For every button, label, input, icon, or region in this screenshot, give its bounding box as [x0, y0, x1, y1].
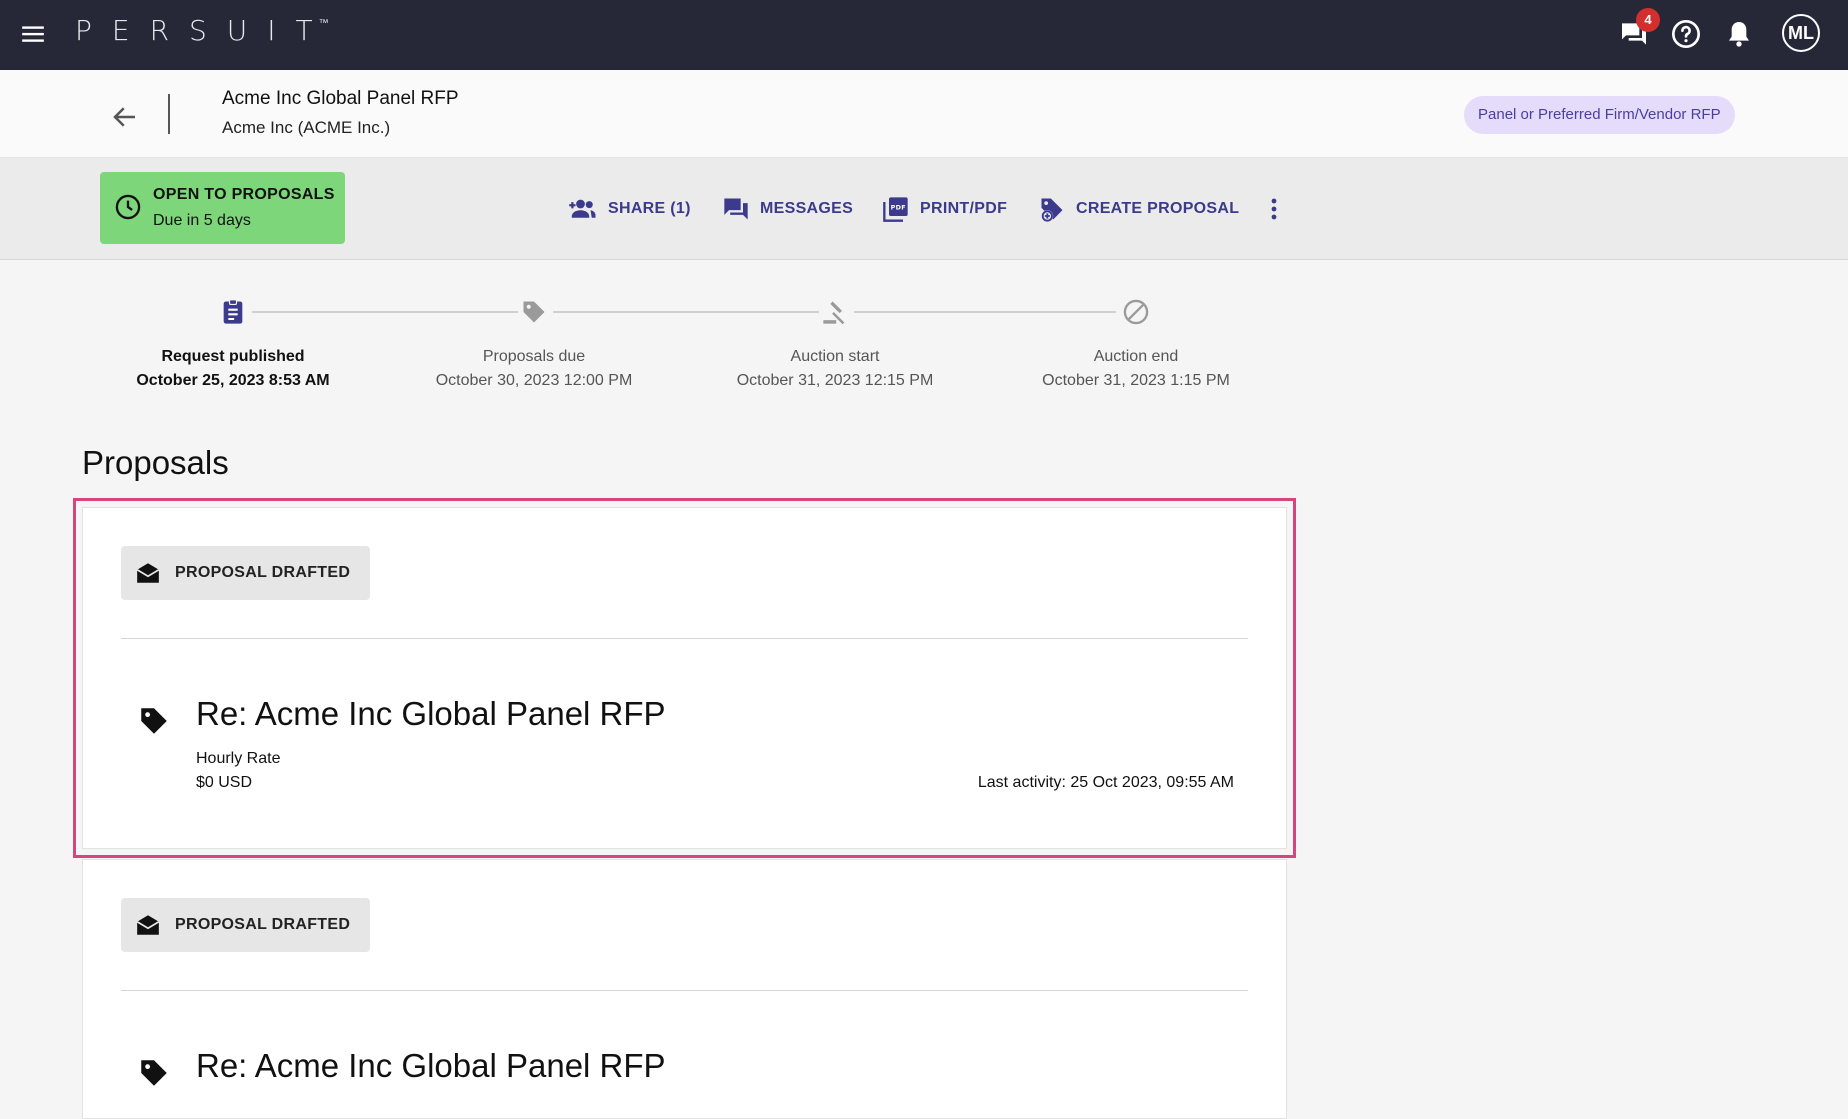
- rfp-title: Acme Inc Global Panel RFP: [222, 88, 459, 109]
- timeline-step-label: Auction start: [790, 348, 880, 365]
- print-pdf-button[interactable]: PDF PRINT/PDF: [882, 194, 1007, 224]
- add-people-icon: [569, 199, 596, 218]
- last-activity-text: Last activity: 25 Oct 2023, 09:55 AM: [977, 774, 1234, 791]
- user-avatar[interactable]: ML: [1782, 14, 1820, 52]
- client-name: Acme Inc (ACME Inc.): [222, 118, 391, 137]
- tag-icon: [141, 1060, 167, 1086]
- drafts-envelope-icon: [136, 563, 160, 583]
- more-options-icon[interactable]: [1262, 194, 1286, 224]
- proposal-title[interactable]: Re: Acme Inc Global Panel RFP: [196, 695, 666, 733]
- share-label: SHARE (1): [608, 200, 691, 217]
- proposals-heading: Proposals: [82, 444, 229, 481]
- timeline-step-date: October 31, 2023 12:15 PM: [736, 372, 934, 389]
- print-pdf-label: PRINT/PDF: [920, 200, 1008, 217]
- messages-action-button[interactable]: MESSAGES: [722, 194, 853, 224]
- brand-logo[interactable]: PERSUIT™: [75, 14, 343, 47]
- drafts-envelope-icon: [136, 915, 160, 935]
- forum-icon: [724, 198, 748, 220]
- trademark-mark: ™: [318, 18, 329, 29]
- timeline-step-label: Request published: [161, 348, 305, 365]
- status-due-text: Due in 5 days: [153, 212, 251, 229]
- card-divider: [121, 638, 1248, 639]
- rate-type-label: Hourly Rate: [196, 750, 281, 767]
- action-bar: OPEN TO PROPOSALS Due in 5 days SHARE (1…: [0, 158, 1848, 260]
- create-proposal-button[interactable]: CREATE PROPOSAL: [1038, 194, 1239, 224]
- tag-icon: [141, 708, 167, 734]
- top-navigation-bar: PERSUIT™ 4 ML: [0, 0, 1848, 70]
- status-label: OPEN TO PROPOSALS: [153, 186, 335, 203]
- header-divider: [168, 94, 170, 134]
- pdf-icon: PDF: [883, 197, 908, 222]
- timeline-step-label: Auction end: [1093, 348, 1179, 365]
- timeline-step-date: October 31, 2023 1:15 PM: [1042, 372, 1230, 389]
- unread-count-badge: 4: [1636, 8, 1660, 32]
- tag-icon: [523, 301, 545, 323]
- messages-button[interactable]: 4: [1618, 8, 1660, 50]
- notifications-bell-icon[interactable]: [1723, 18, 1755, 50]
- proposal-status-label: PROPOSAL DRAFTED: [175, 916, 351, 933]
- rfp-header: Acme Inc Global Panel RFP Acme Inc (ACME…: [0, 70, 1848, 158]
- proposal-card[interactable]: PROPOSAL DRAFTED Re: Acme Inc Global Pan…: [82, 859, 1287, 1119]
- new-proposal-tag-icon: [1041, 198, 1063, 222]
- proposal-status-chip: PROPOSAL DRAFTED: [121, 898, 371, 952]
- rate-value: $0 USD: [196, 774, 253, 791]
- proposal-title[interactable]: Re: Acme Inc Global Panel RFP: [196, 1047, 666, 1085]
- create-proposal-label: CREATE PROPOSAL: [1076, 200, 1240, 217]
- status-banner: OPEN TO PROPOSALS Due in 5 days: [100, 172, 345, 244]
- timeline-step-label: Proposals due: [482, 348, 586, 365]
- timeline-connector: [553, 311, 819, 313]
- timeline-step-date: October 25, 2023 8:53 AM: [136, 372, 330, 389]
- share-button[interactable]: SHARE (1): [568, 194, 691, 224]
- card-divider: [121, 990, 1248, 991]
- timeline-connector: [252, 311, 518, 313]
- help-icon[interactable]: [1670, 18, 1702, 50]
- back-arrow-icon[interactable]: [110, 102, 140, 132]
- timeline-step-date: October 30, 2023 12:00 PM: [435, 372, 633, 389]
- gavel-icon: [823, 301, 845, 325]
- timeline-connector: [854, 311, 1116, 313]
- proposal-status-label: PROPOSAL DRAFTED: [175, 564, 351, 581]
- rfp-type-chip: Panel or Preferred Firm/Vendor RFP: [1464, 96, 1735, 134]
- clipboard-icon: [223, 299, 243, 324]
- proposal-card[interactable]: PROPOSAL DRAFTED Re: Acme Inc Global Pan…: [73, 498, 1296, 858]
- proposal-status-chip: PROPOSAL DRAFTED: [121, 546, 371, 600]
- hamburger-menu-icon[interactable]: [20, 21, 46, 47]
- clock-icon: [115, 194, 141, 220]
- messages-label: MESSAGES: [760, 200, 854, 217]
- svg-text:PDF: PDF: [891, 204, 906, 212]
- blocked-icon: [1123, 299, 1149, 325]
- rfp-timeline: Request published October 25, 2023 8:53 …: [0, 292, 1300, 402]
- brand-name: PERSUIT: [75, 14, 333, 47]
